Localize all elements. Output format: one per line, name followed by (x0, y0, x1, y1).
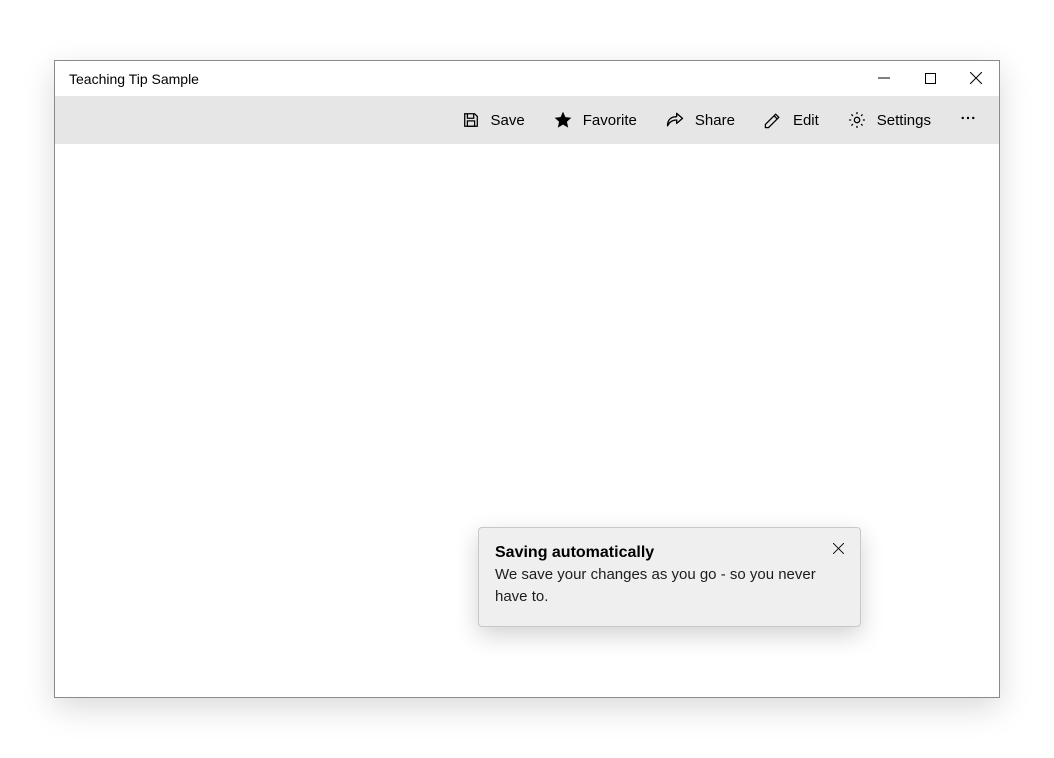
app-window: Teaching Tip Sample (54, 60, 1000, 698)
share-icon (665, 110, 685, 130)
edit-button[interactable]: Edit (749, 96, 833, 144)
window-controls (861, 61, 999, 96)
minimize-button[interactable] (861, 61, 907, 96)
share-button[interactable]: Share (651, 96, 749, 144)
title-bar: Teaching Tip Sample (55, 61, 999, 96)
save-button[interactable]: Save (447, 96, 539, 144)
close-button[interactable] (953, 61, 999, 96)
edit-icon (763, 110, 783, 130)
save-icon (461, 110, 481, 130)
window-title: Teaching Tip Sample (69, 71, 199, 87)
command-bar: Save Favorite Share (55, 96, 999, 144)
teaching-tip-body: We save your changes as you go - so you … (495, 564, 816, 608)
close-icon (833, 541, 844, 559)
edit-label: Edit (793, 112, 819, 129)
teaching-tip-title: Saving automatically (495, 544, 816, 562)
maximize-button[interactable] (907, 61, 953, 96)
settings-button[interactable]: Settings (833, 96, 945, 144)
teaching-tip-close-button[interactable] (826, 538, 850, 562)
teaching-tip: Saving automatically We save your change… (478, 527, 861, 627)
close-icon (970, 71, 982, 87)
share-label: Share (695, 112, 735, 129)
more-button[interactable] (945, 96, 991, 144)
save-label: Save (491, 112, 525, 129)
maximize-icon (925, 71, 936, 87)
more-icon (959, 109, 977, 132)
favorite-button[interactable]: Favorite (539, 96, 651, 144)
settings-label: Settings (877, 112, 931, 129)
gear-icon (847, 110, 867, 130)
favorite-label: Favorite (583, 112, 637, 129)
content-area: Saving automatically We save your change… (55, 144, 999, 697)
star-icon (553, 110, 573, 130)
minimize-icon (878, 71, 890, 87)
